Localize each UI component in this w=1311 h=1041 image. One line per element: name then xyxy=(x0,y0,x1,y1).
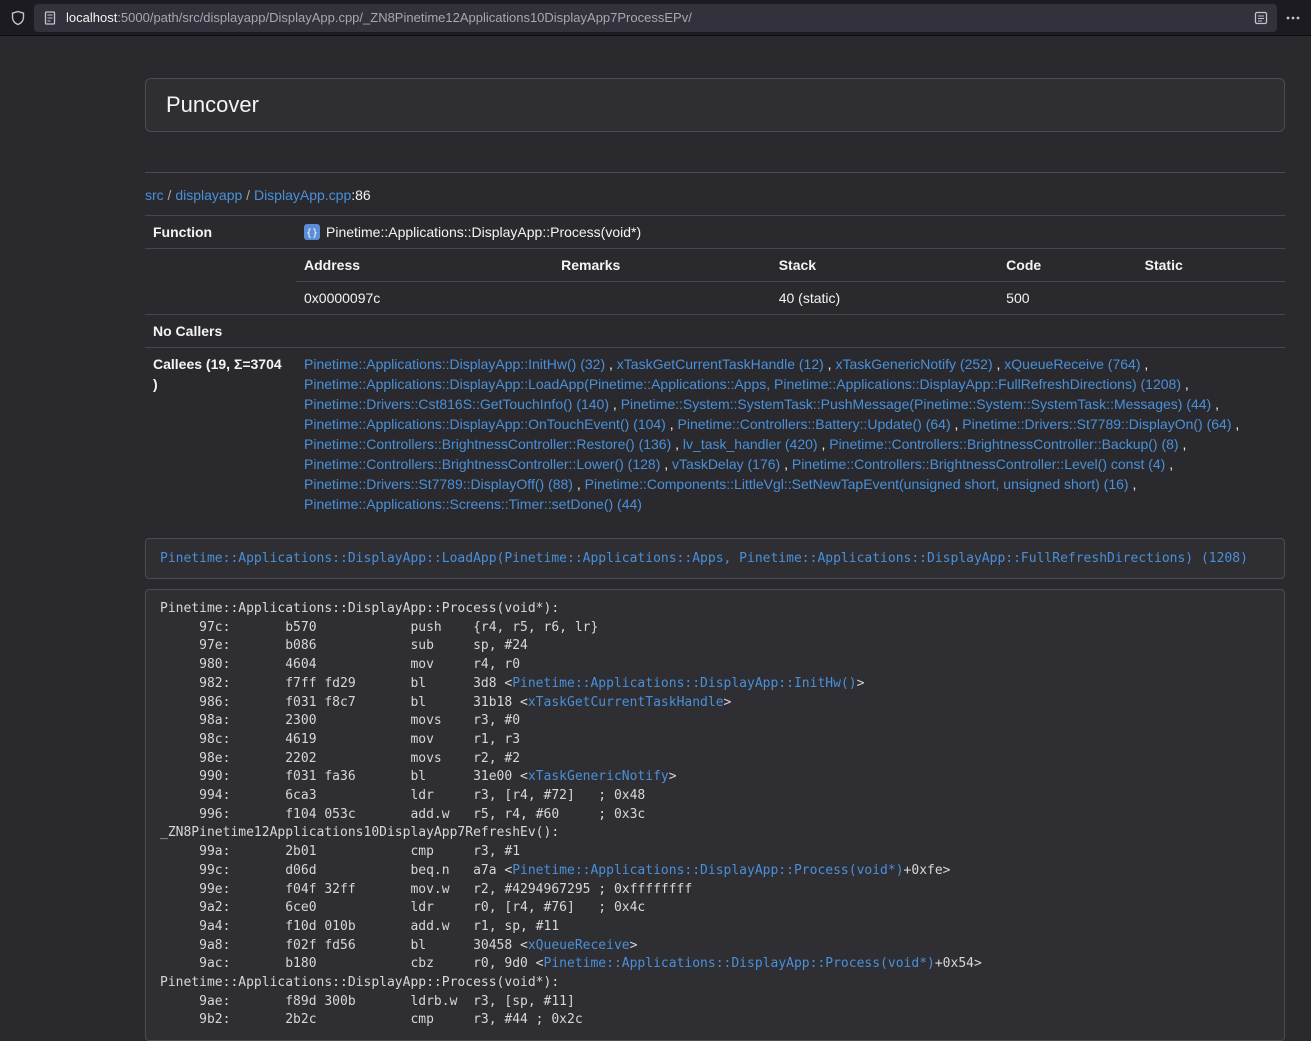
breadcrumb-separator: / xyxy=(242,187,254,203)
column-address: Address xyxy=(296,249,553,282)
callee-link[interactable]: Pinetime::Applications::DisplayApp::Load… xyxy=(304,376,1181,392)
more-options-icon[interactable] xyxy=(1285,10,1301,26)
callee-separator: , xyxy=(818,436,830,452)
callee-separator: , xyxy=(666,416,678,432)
page-title: Puncover xyxy=(166,93,1264,117)
column-remarks: Remarks xyxy=(553,249,771,282)
callee-separator: , xyxy=(1129,476,1137,492)
code-value: 500 xyxy=(998,282,1136,315)
callee-separator: , xyxy=(573,476,585,492)
callee-link[interactable]: Pinetime::Controllers::BrightnessControl… xyxy=(304,436,671,452)
function-name: Pinetime::Applications::DisplayApp::Proc… xyxy=(326,222,641,242)
details-empty-label xyxy=(145,249,296,315)
code-symbol-link[interactable]: xTaskGetCurrentTaskHandle xyxy=(528,695,724,710)
column-code: Code xyxy=(998,249,1136,282)
callee-separator: , xyxy=(1181,376,1189,392)
highlight-box: Pinetime::Applications::DisplayApp::Load… xyxy=(145,538,1285,579)
function-name-cell: {} Pinetime::Applications::DisplayApp::P… xyxy=(304,222,1277,242)
callee-link[interactable]: vTaskDelay (176) xyxy=(672,456,780,472)
breadcrumb-separator: / xyxy=(164,187,176,203)
function-label: Function xyxy=(145,216,296,249)
reader-view-icon[interactable] xyxy=(1253,10,1269,26)
stack-value: 40 (static) xyxy=(771,282,998,315)
callee-separator: , xyxy=(1165,456,1173,472)
breadcrumb-line-number: :86 xyxy=(351,187,370,203)
callee-link[interactable]: Pinetime::Applications::DisplayApp::OnTo… xyxy=(304,416,666,432)
address-value: 0x0000097c xyxy=(296,282,553,315)
browser-toolbar: localhost:5000/path/src/displayapp/Displ… xyxy=(0,0,1311,36)
page-container: Puncover src / displayapp / DisplayApp.c… xyxy=(145,78,1285,1041)
callee-link[interactable]: Pinetime::Controllers::Battery::Update()… xyxy=(678,416,951,432)
url-host: localhost xyxy=(66,10,117,25)
function-row: Function {} Pinetime::Applications::Disp… xyxy=(145,216,1285,249)
no-callers-label: No Callers xyxy=(145,315,296,348)
details-header-row: Address Remarks Stack Code Static xyxy=(296,249,1285,282)
callees-list: Pinetime::Applications::DisplayApp::Init… xyxy=(296,348,1285,521)
callee-separator: , xyxy=(951,416,963,432)
url-bar[interactable]: localhost:5000/path/src/displayapp/Displ… xyxy=(34,4,1277,32)
callee-link[interactable]: Pinetime::Controllers::BrightnessControl… xyxy=(792,456,1165,472)
callee-separator: , xyxy=(993,356,1005,372)
callee-link[interactable]: Pinetime::Components::LittleVgl::SetNewT… xyxy=(585,476,1129,492)
code-symbol-link[interactable]: xQueueReceive xyxy=(528,938,630,953)
no-callers-value xyxy=(296,315,1285,348)
callees-row: Callees (19, Σ=3704 ) Pinetime::Applicat… xyxy=(145,348,1285,521)
loadapp-symbol-link[interactable]: Pinetime::Applications::DisplayApp::Load… xyxy=(160,551,1248,566)
callee-link[interactable]: Pinetime::System::SystemTask::PushMessag… xyxy=(621,396,1212,412)
callee-separator: , xyxy=(824,356,836,372)
details-value-row: 0x0000097c 40 (static) 500 xyxy=(296,282,1285,315)
callee-link[interactable]: Pinetime::Drivers::St7789::DisplayOn() (… xyxy=(962,416,1231,432)
callee-link[interactable]: Pinetime::Applications::Screens::Timer::… xyxy=(304,496,642,512)
breadcrumb: src / displayapp / DisplayApp.cpp:86 xyxy=(145,185,1285,205)
svg-text:{}: {} xyxy=(306,228,318,239)
callee-link[interactable]: xTaskGenericNotify (252) xyxy=(835,356,992,372)
code-symbol-link[interactable]: Pinetime::Applications::DisplayApp::Proc… xyxy=(544,956,935,971)
breadcrumb-link[interactable]: displayapp xyxy=(175,187,242,203)
callee-link[interactable]: Pinetime::Controllers::BrightnessControl… xyxy=(829,436,1178,452)
breadcrumb-link[interactable]: DisplayApp.cpp xyxy=(254,187,351,203)
callee-link[interactable]: Pinetime::Drivers::St7789::DisplayOff() … xyxy=(304,476,573,492)
callee-separator: , xyxy=(1211,396,1219,412)
callee-separator: , xyxy=(1179,436,1187,452)
callee-link[interactable]: Pinetime::Controllers::BrightnessControl… xyxy=(304,456,660,472)
code-symbol-link[interactable]: Pinetime::Applications::DisplayApp::Init… xyxy=(512,676,856,691)
code-symbol-link[interactable]: xTaskGenericNotify xyxy=(528,769,669,784)
url-path: :5000/path/src/displayapp/DisplayApp.cpp… xyxy=(117,10,692,25)
code-symbol-link[interactable]: Pinetime::Applications::DisplayApp::Proc… xyxy=(512,863,903,878)
callee-link[interactable]: Pinetime::Applications::DisplayApp::Init… xyxy=(304,356,605,372)
callee-link[interactable]: xQueueReceive (764) xyxy=(1004,356,1140,372)
page-info-icon[interactable] xyxy=(42,10,58,26)
callee-link[interactable]: Pinetime::Drivers::Cst816S::GetTouchInfo… xyxy=(304,396,609,412)
column-static: Static xyxy=(1137,249,1285,282)
callee-separator: , xyxy=(660,456,672,472)
callees-label: Callees (19, Σ=3704 ) xyxy=(145,348,296,521)
callee-separator: , xyxy=(671,436,683,452)
no-callers-row: No Callers xyxy=(145,315,1285,348)
remarks-value xyxy=(553,282,771,315)
disassembly-block: Pinetime::Applications::DisplayApp::Proc… xyxy=(145,589,1285,1041)
breadcrumb-link[interactable]: src xyxy=(145,187,164,203)
function-details-row: Address Remarks Stack Code Static 0x0000… xyxy=(145,249,1285,315)
function-table: Function {} Pinetime::Applications::Disp… xyxy=(145,215,1285,520)
callee-separator: , xyxy=(780,456,792,472)
function-details-table: Address Remarks Stack Code Static 0x0000… xyxy=(296,249,1285,314)
app-header: Puncover xyxy=(145,78,1285,132)
static-value xyxy=(1137,282,1285,315)
url-text: localhost:5000/path/src/displayapp/Displ… xyxy=(66,10,692,25)
divider xyxy=(145,172,1285,173)
shield-icon[interactable] xyxy=(10,10,26,26)
callee-link[interactable]: lv_task_handler (420) xyxy=(683,436,818,452)
symbol-icon: {} xyxy=(304,224,320,240)
callee-separator: , xyxy=(605,356,617,372)
callee-separator: , xyxy=(1232,416,1240,432)
callee-separator: , xyxy=(609,396,621,412)
callee-separator: , xyxy=(1140,356,1148,372)
callee-link[interactable]: xTaskGetCurrentTaskHandle (12) xyxy=(617,356,824,372)
column-stack: Stack xyxy=(771,249,998,282)
